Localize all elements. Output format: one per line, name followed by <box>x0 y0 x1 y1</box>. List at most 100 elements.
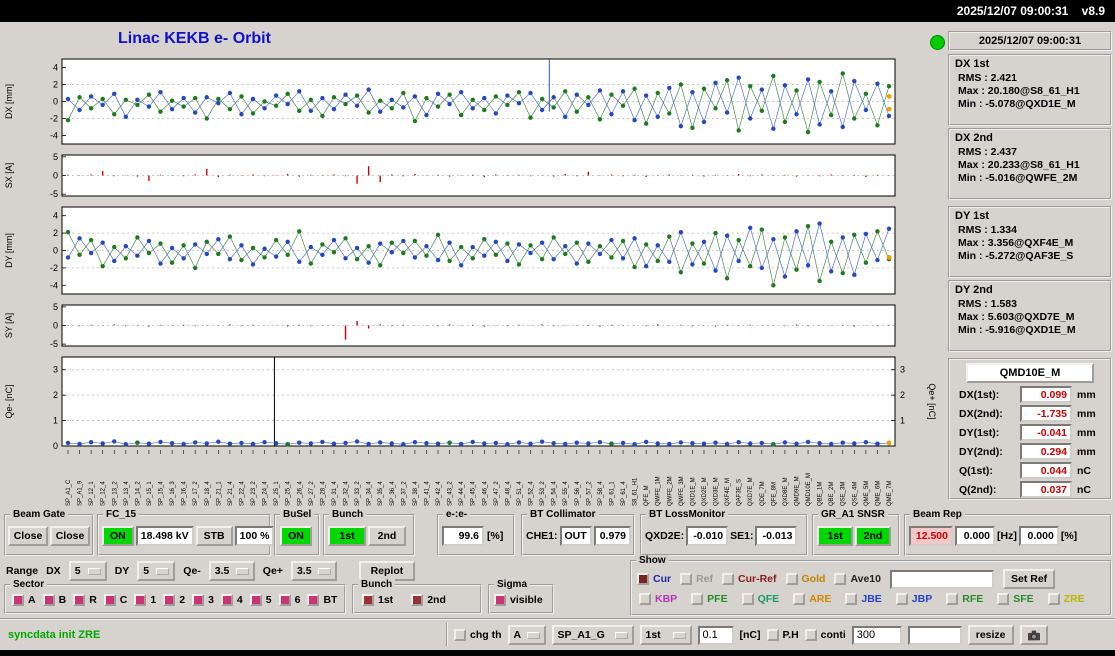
threshold-input[interactable] <box>697 625 734 645</box>
sector-item[interactable]: 5 <box>249 594 272 606</box>
range-dy-select[interactable]: 5 <box>137 561 176 581</box>
show-rfe-checkbox[interactable] <box>946 593 959 605</box>
sector-checkbox[interactable] <box>12 594 24 606</box>
stat-panel-dy2: DY 2nd RMS : 1.583 Max : 5.603@QXD7E_M M… <box>948 280 1112 352</box>
show-are-toggle[interactable]: ARE <box>793 593 831 605</box>
range-qem-select[interactable]: 3.5 <box>208 561 255 581</box>
sector-checkbox[interactable] <box>73 594 86 606</box>
show-ave10-checkbox[interactable] <box>834 573 847 585</box>
bunch-order-select[interactable]: 1st <box>639 625 692 645</box>
show-rfe-toggle[interactable]: RFE <box>946 593 983 605</box>
sigma-visible-toggle[interactable]: visible <box>494 594 543 606</box>
status-bar: syncdata init ZRE chg th A SP_A1_G 1st [… <box>0 618 1115 650</box>
show-jbp-toggle[interactable]: JBP <box>895 593 932 605</box>
snapshot-button[interactable] <box>1019 625 1048 645</box>
sector-item[interactable]: 4 <box>220 594 243 606</box>
group-title: Sector <box>10 579 48 590</box>
show-jbe-checkbox[interactable] <box>845 593 858 605</box>
show-qfe-toggle[interactable]: QFE <box>741 593 779 605</box>
bpm-name-select[interactable]: SP_A1_G <box>551 625 634 645</box>
bunch-filter-group: Bunch 1st 2nd <box>352 579 482 614</box>
gr-a1-1st-button[interactable]: 1st <box>817 526 853 546</box>
sector-checkbox[interactable] <box>163 594 176 606</box>
sector-item[interactable]: C <box>103 594 127 606</box>
busel-on-button[interactable]: ON <box>280 526 312 546</box>
sector-checkbox[interactable] <box>42 594 55 606</box>
chg-th-toggle[interactable]: chg th <box>454 629 502 641</box>
sigma-visible-checkbox[interactable] <box>494 594 506 606</box>
set-ref-button[interactable]: Set Ref <box>1003 569 1056 589</box>
beam-gate-close1-button[interactable]: Close <box>8 526 48 546</box>
replot-button[interactable]: Replot <box>358 561 415 581</box>
show-gold-toggle[interactable]: Gold <box>785 573 825 585</box>
bunch-1st-checkbox[interactable] <box>362 594 374 606</box>
bunch-2nd-button[interactable]: 2nd <box>368 526 406 546</box>
ph-toggle[interactable]: P.H <box>766 629 799 641</box>
sector-item[interactable]: 3 <box>192 594 214 606</box>
aux-input[interactable] <box>907 625 962 645</box>
show-kbp-toggle[interactable]: KBP <box>639 593 677 605</box>
sector-checkbox[interactable] <box>134 594 147 606</box>
conti-checkbox[interactable] <box>804 629 817 641</box>
range-qep-select[interactable]: 3.5 <box>290 561 337 581</box>
show-gold-checkbox[interactable] <box>785 573 798 585</box>
show-kbp-checkbox[interactable] <box>639 593 651 605</box>
resize-button[interactable]: resize <box>967 625 1014 645</box>
range-dx-select[interactable]: 5 <box>68 561 107 581</box>
svg-text:S8_61_H1: S8_61_H1 <box>633 477 639 506</box>
sector-item[interactable]: BT <box>307 594 337 606</box>
show-pfe-toggle[interactable]: PFE <box>691 593 728 605</box>
conti-toggle[interactable]: conti <box>804 629 846 641</box>
show-ref-checkbox[interactable] <box>680 573 693 585</box>
sector-checkbox[interactable] <box>307 594 320 606</box>
bunch-2nd-toggle[interactable]: 2nd <box>411 594 446 606</box>
chg-th-checkbox[interactable] <box>454 629 466 641</box>
svg-text:3: 3 <box>900 365 905 375</box>
show-ref-toggle[interactable]: Ref <box>680 573 713 585</box>
show-ave10-toggle[interactable]: Ave10 <box>834 573 881 585</box>
show-cur-checkbox[interactable] <box>637 573 649 585</box>
show-cur-ref-checkbox[interactable] <box>722 573 735 585</box>
fc15-on-button[interactable]: ON <box>102 526 134 546</box>
select-value: 3.5 <box>214 565 230 577</box>
show-jbe-toggle[interactable]: JBE <box>845 593 882 605</box>
show-are-checkbox[interactable] <box>793 593 806 605</box>
monitor-unit: nC <box>1077 483 1091 496</box>
sector-checkbox[interactable] <box>103 594 116 606</box>
ref-name-input[interactable] <box>890 569 994 589</box>
show-jbp-checkbox[interactable] <box>895 593 908 605</box>
sector-item[interactable]: A <box>12 594 36 606</box>
fc15-stb-button[interactable]: STB <box>195 526 233 546</box>
scope-select[interactable]: A <box>507 625 546 645</box>
beam-gate-close2-button[interactable]: Close <box>50 526 90 546</box>
show-cur-ref-toggle[interactable]: Cur-Ref <box>722 573 777 585</box>
sector-checkbox[interactable] <box>192 594 205 606</box>
sector-item[interactable]: 1 <box>134 594 156 606</box>
monitor-unit: mm <box>1077 388 1096 401</box>
sector-checkbox[interactable] <box>220 594 233 606</box>
svg-text:5: 5 <box>53 152 58 162</box>
bunch-2nd-checkbox[interactable] <box>411 594 424 606</box>
show-pfe-checkbox[interactable] <box>691 593 704 605</box>
bunch-1st-toggle[interactable]: 1st <box>362 594 393 606</box>
show-sfe-checkbox[interactable] <box>997 593 1010 605</box>
sector-item[interactable]: R <box>73 594 97 606</box>
sector-item[interactable]: 6 <box>278 594 300 606</box>
show-qfe-checkbox[interactable] <box>741 593 754 605</box>
svg-text:SP_24_4: SP_24_4 <box>263 481 269 506</box>
show-sfe-toggle[interactable]: SFE <box>997 593 1034 605</box>
ph-checkbox[interactable] <box>766 629 779 641</box>
show-cur-toggle[interactable]: Cur <box>637 573 671 585</box>
show-zre-toggle[interactable]: ZRE <box>1047 593 1085 605</box>
show-zre-checkbox[interactable] <box>1047 593 1060 605</box>
sector-checkbox[interactable] <box>278 594 291 606</box>
bpm-selector[interactable]: QMD10E_M <box>966 363 1094 383</box>
interval-input[interactable] <box>851 625 902 645</box>
sector-item[interactable]: B <box>42 594 66 606</box>
beam-rep-group: Beam Rep 12.500 0.000 [Hz] 0.000 [%] <box>904 509 1112 556</box>
gr-a1-2nd-button[interactable]: 2nd <box>855 526 891 546</box>
sector-item[interactable]: 2 <box>163 594 185 606</box>
range-qep-label: Qe+ <box>262 565 283 577</box>
sector-checkbox[interactable] <box>249 594 262 606</box>
bunch-1st-button[interactable]: 1st <box>328 526 366 546</box>
